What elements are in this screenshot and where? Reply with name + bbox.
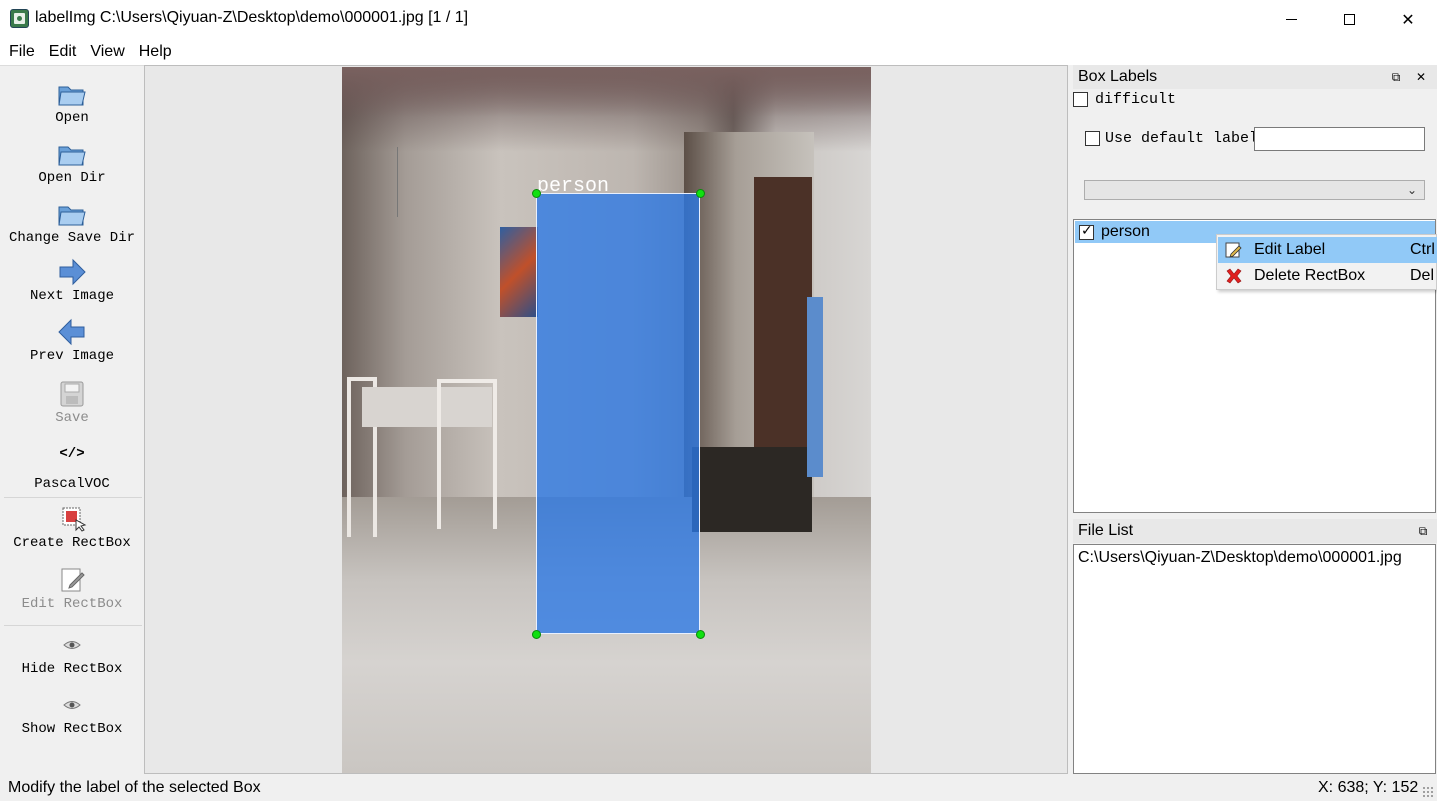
chevron-down-icon: ⌄ <box>1406 183 1417 197</box>
use-default-label-text: Use default label <box>1105 130 1259 147</box>
float-dock-icon[interactable]: ⧉ <box>1389 70 1403 84</box>
box-handle-top-right[interactable] <box>696 189 705 198</box>
menu-help[interactable]: Help <box>132 38 179 65</box>
edit-icon <box>61 568 85 592</box>
maximize-icon <box>1343 13 1355 25</box>
hide-rectbox-button[interactable]: Hide RectBox <box>0 629 144 677</box>
create-rectbox-button[interactable]: Create RectBox <box>0 503 144 551</box>
folder-icon <box>58 206 86 226</box>
delete-rectbox-menu-item[interactable]: Delete RectBox Del <box>1218 263 1437 289</box>
tool-bar: Open Open Dir Change Save Dir Next Image… <box>0 65 144 774</box>
box-handle-top-left[interactable] <box>532 189 541 198</box>
open-label: Open <box>55 110 89 126</box>
edit-rectbox-button[interactable]: Edit RectBox <box>0 564 144 612</box>
toolbar-separator <box>4 497 142 498</box>
close-dock-icon[interactable]: ✕ <box>1414 70 1428 84</box>
item-label: person <box>1101 223 1150 240</box>
photo-lamp <box>397 147 437 217</box>
minimize-button[interactable] <box>1262 0 1320 38</box>
open-dir-button[interactable]: Open Dir <box>0 138 144 186</box>
eye-icon <box>63 641 81 649</box>
folder-icon <box>58 86 86 106</box>
bounding-box-label: person <box>537 175 610 198</box>
next-image-label: Next Image <box>29 288 114 304</box>
close-button[interactable]: ✕ <box>1379 0 1437 38</box>
resize-grip-icon[interactable] <box>1422 786 1434 798</box>
eye-icon <box>63 701 81 709</box>
change-save-dir-label: Change Save Dir <box>8 230 136 246</box>
edit-rectbox-label: Edit RectBox <box>21 596 123 612</box>
menu-view[interactable]: View <box>83 38 131 65</box>
change-save-dir-button[interactable]: Change Save Dir <box>0 198 144 246</box>
status-bar: Modify the label of the selected Box X: … <box>0 775 1437 801</box>
edit-label-shortcut: Ctrl <box>1410 241 1435 258</box>
edit-label-text: Edit Label <box>1254 241 1326 258</box>
close-icon: ✕ <box>1401 9 1415 29</box>
file-list-item[interactable]: C:\Users\Qiyuan-Z\Desktop\demo\000001.jp… <box>1078 549 1402 567</box>
difficult-label: difficult <box>1095 91 1177 108</box>
format-label: PascalVOC <box>34 476 110 492</box>
difficult-checkbox[interactable] <box>1073 92 1088 107</box>
delete-rectbox-shortcut: Del <box>1410 267 1435 284</box>
open-dir-label: Open Dir <box>38 170 106 186</box>
arrow-right-icon <box>59 258 86 286</box>
next-image-button[interactable]: Next Image <box>0 256 144 304</box>
file-list-dock-title: File List <box>1073 519 1437 543</box>
photo-painting <box>500 227 538 317</box>
bounding-box[interactable] <box>536 193 700 634</box>
photo-cabinet <box>692 447 812 532</box>
edit-label-menu-item[interactable]: Edit Label Ctrl <box>1218 237 1437 263</box>
item-checkbox[interactable] <box>1079 223 1094 240</box>
float-dock-icon[interactable]: ⧉ <box>1416 524 1430 538</box>
toolbar-separator <box>4 625 142 626</box>
photo-chair <box>437 379 497 529</box>
prev-image-label: Prev Image <box>29 348 114 364</box>
minimize-icon <box>1285 18 1297 20</box>
photo-door <box>754 177 812 487</box>
use-default-label-checkbox[interactable] <box>1085 131 1100 146</box>
cursor-position: X: 638; Y: 152 <box>1318 779 1419 796</box>
box-labels-dock-title: Box Labels <box>1073 65 1437 89</box>
hide-rectbox-label: Hide RectBox <box>21 661 123 677</box>
arrow-left-icon <box>58 318 85 346</box>
show-rectbox-button[interactable]: Show RectBox <box>0 689 144 737</box>
window-title: labelImg C:\Users\Qiyuan-Z\Desktop\demo\… <box>35 9 469 26</box>
show-rectbox-label: Show RectBox <box>21 721 123 737</box>
photo-ceiling <box>342 67 871 117</box>
label-combo-box[interactable]: ⌄ <box>1084 180 1425 200</box>
box-handle-bottom-right[interactable] <box>696 630 705 639</box>
title-bar: labelImg C:\Users\Qiyuan-Z\Desktop\demo\… <box>0 0 1437 38</box>
delete-icon <box>1226 268 1242 284</box>
floppy-disk-icon <box>60 381 84 407</box>
create-rectbox-label: Create RectBox <box>13 535 131 551</box>
context-menu: Edit Label Ctrl Delete RectBox Del <box>1216 234 1437 290</box>
image-canvas[interactable]: person <box>144 65 1068 774</box>
maximize-button[interactable] <box>1320 0 1378 38</box>
edit-label-icon <box>1225 242 1242 258</box>
open-button[interactable]: Open <box>0 78 144 126</box>
file-list: C:\Users\Qiyuan-Z\Desktop\demo\000001.jp… <box>1073 544 1436 774</box>
create-rectbox-icon <box>62 507 87 532</box>
menu-file[interactable]: File <box>2 38 42 65</box>
status-message: Modify the label of the selected Box <box>8 779 261 796</box>
save-button[interactable]: Save <box>0 378 144 426</box>
box-labels-title: Box Labels <box>1078 68 1158 85</box>
box-handle-bottom-left[interactable] <box>532 630 541 639</box>
menu-edit[interactable]: Edit <box>42 38 84 65</box>
photo-blue-panel <box>807 297 823 477</box>
app-icon <box>10 9 29 28</box>
delete-rectbox-text: Delete RectBox <box>1254 267 1366 284</box>
file-list-title: File List <box>1078 522 1134 539</box>
save-label: Save <box>55 410 89 426</box>
prev-image-button[interactable]: Prev Image <box>0 316 144 364</box>
labelimg-window: labelImg C:\Users\Qiyuan-Z\Desktop\demo\… <box>0 0 1437 801</box>
code-icon: </> <box>59 446 85 462</box>
menu-bar: File Edit View Help <box>0 38 1437 65</box>
default-label-input[interactable] <box>1254 127 1425 151</box>
format-pascalvoc-button[interactable]: </> PascalVOC <box>0 446 144 492</box>
folder-icon <box>58 146 86 166</box>
